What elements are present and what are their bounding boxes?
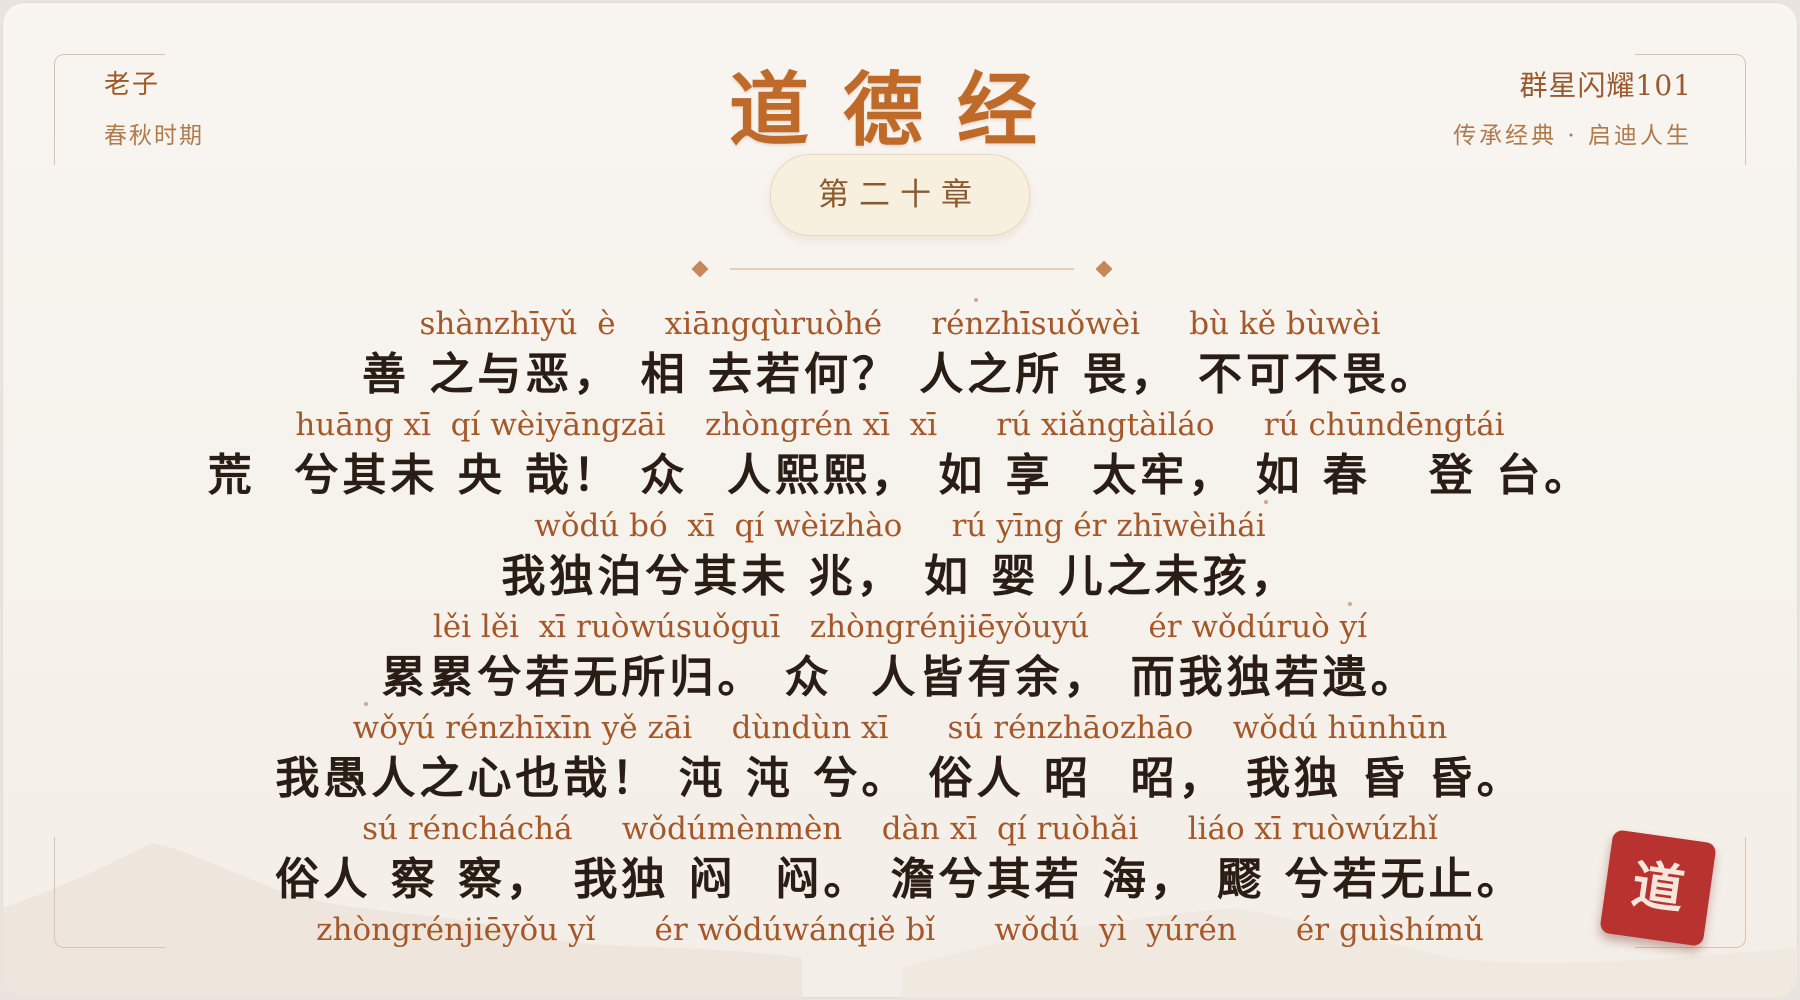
hanzi-line: 我愚人之心也哉！ 沌 沌 兮。 俗人 昭 昭， 我独 昏 昏。: [275, 753, 1525, 804]
chapter-badge: 第二十章: [770, 154, 1030, 236]
pinyin-line: sú réncháchá wǒdúmènmèn dàn xī qí ruòhǎi…: [362, 811, 1438, 847]
verse-block: shànzhīyǔ è xiāngqùruòhé rénzhīsuǒwèi bù…: [2, 302, 1798, 953]
next-pinyin-line: zhòngrénjiēyǒu yǐ ér wǒdúwánqiě bǐ wǒdú …: [316, 912, 1484, 948]
hanzi-line: 善 之与恶， 相 去若何？ 人之所 畏， 不可不畏。: [362, 349, 1438, 400]
page-card: 老子 春秋时期 群星闪耀101 传承经典 · 启迪人生 道德经 第二十章 shà…: [2, 2, 1798, 998]
decor-dot: [364, 702, 368, 706]
pinyin-line: wǒdú bó xī qí wèizhào rú yīng ér zhīwèih…: [534, 508, 1266, 544]
decor-dot: [1264, 500, 1268, 504]
pinyin-line: wǒyú rénzhīxīn yě zāi dùndùn xī sú rénzh…: [352, 710, 1448, 746]
hanzi-line: 我独泊兮其未 兆， 如 婴 儿之未孩，: [501, 551, 1299, 602]
book-title: 道德经: [729, 63, 1071, 157]
decor-dot: [974, 298, 978, 302]
decor-dot: [1348, 602, 1352, 606]
dao-seal-stamp: 道: [1599, 829, 1717, 947]
ornament-divider: [691, 260, 1113, 278]
hanzi-line: 累累兮若无所归。 众 人皆有余， 而我独若遗。: [381, 652, 1419, 703]
pinyin-line: lěi lěi xī ruòwúsuǒguī zhòngrénjiēyǒuyú …: [432, 609, 1368, 645]
pinyin-line: huāng xī qí wèiyāngzāi zhòngrén xī xī rú…: [295, 407, 1505, 443]
pinyin-line: shànzhīyǔ è xiāngqùruòhé rénzhīsuǒwèi bù…: [419, 306, 1381, 342]
hanzi-line: 俗人 察 察， 我独 闷 闷。 澹兮其若 海， 飂 兮若无止。: [275, 854, 1525, 905]
hanzi-line: 荒 兮其未 央 哉！ 众 人熙熙， 如 享 太牢， 如 春 登 台。: [207, 450, 1593, 501]
